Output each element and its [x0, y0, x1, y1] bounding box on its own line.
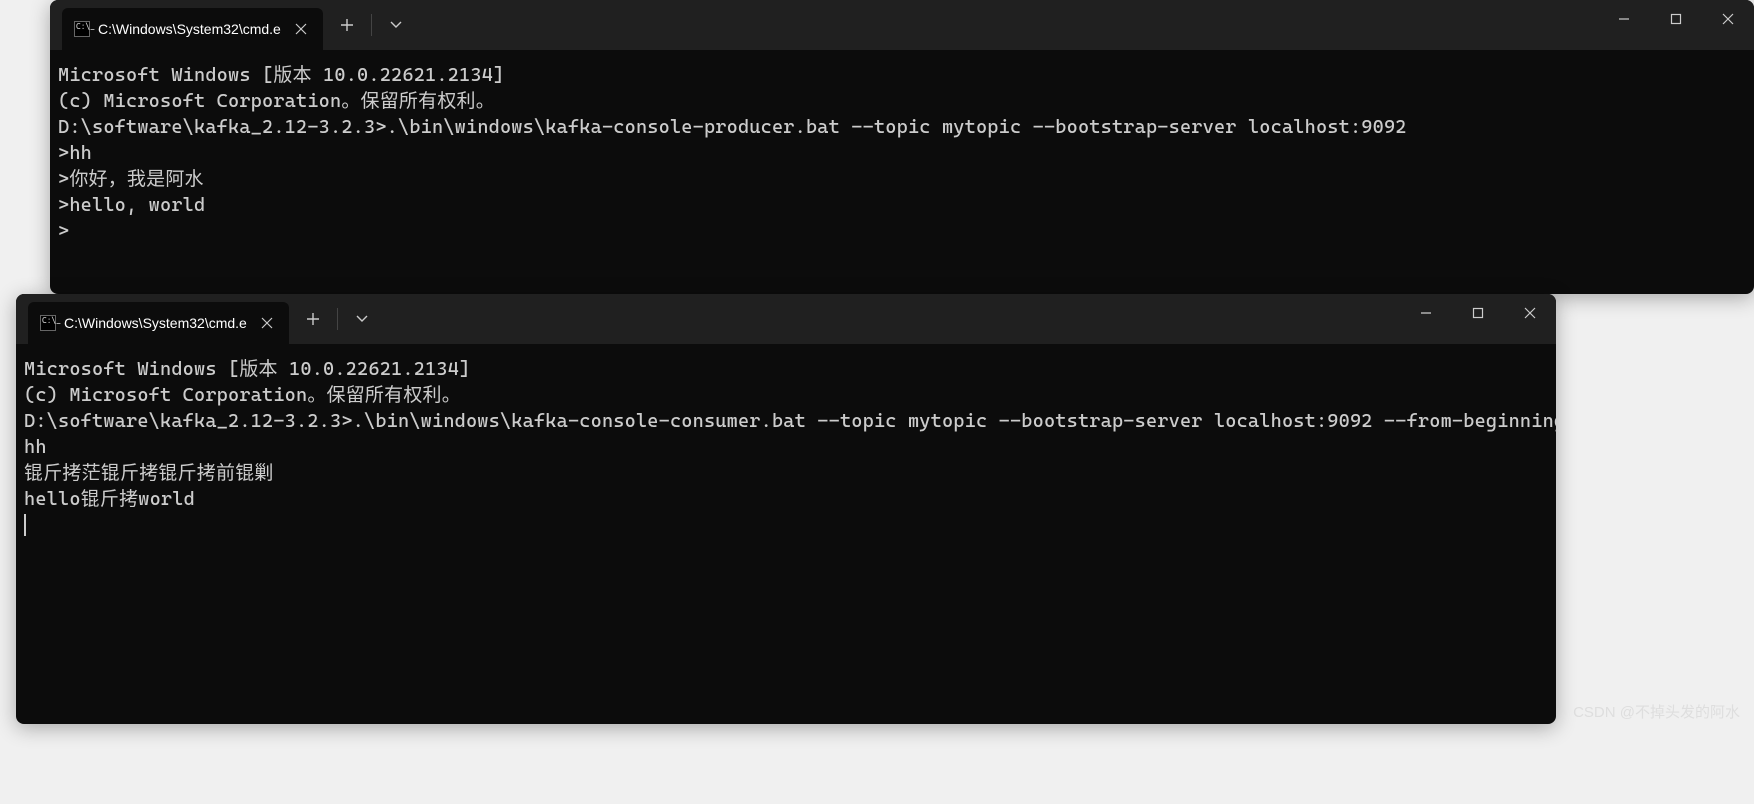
tab-dropdown-button[interactable]	[344, 301, 380, 337]
window-controls	[1400, 294, 1556, 332]
terminal-line: >	[58, 218, 1746, 244]
new-tab-button[interactable]	[329, 7, 365, 43]
close-button[interactable]	[1504, 294, 1556, 332]
tab-title: C:\Windows\System32\cmd.e	[98, 21, 281, 37]
terminal-line: hello锟斤拷world	[24, 486, 1548, 512]
terminal-line: (c) Microsoft Corporation。保留所有权利。	[24, 382, 1548, 408]
tab-active[interactable]: C:\Windows\System32\cmd.e	[28, 302, 289, 344]
title-bar: C:\Windows\System32\cmd.e	[50, 0, 1754, 50]
minimize-button[interactable]	[1400, 294, 1452, 332]
terminal-line: Microsoft Windows [版本 10.0.22621.2134]	[58, 62, 1746, 88]
tab-close-button[interactable]	[289, 19, 313, 39]
tab-actions	[329, 7, 414, 43]
cursor-icon	[24, 514, 26, 536]
watermark: CSDN @不掉头发的阿水	[1573, 701, 1740, 722]
terminal-line: hh	[24, 434, 1548, 460]
tab-dropdown-button[interactable]	[378, 7, 414, 43]
terminal-line: >你好，我是阿水	[58, 166, 1746, 192]
tab-active[interactable]: C:\Windows\System32\cmd.e	[62, 8, 323, 50]
terminal-line: >hello, world	[58, 192, 1746, 218]
terminal-line: 锟斤拷茫锟斤拷锟斤拷前锟剿	[24, 460, 1548, 486]
title-bar: C:\Windows\System32\cmd.e	[16, 294, 1556, 344]
terminal-window-consumer: C:\Windows\System32\cmd.e	[16, 294, 1556, 724]
minimize-button[interactable]	[1598, 0, 1650, 38]
terminal-line: (c) Microsoft Corporation。保留所有权利。	[58, 88, 1746, 114]
cmd-icon	[74, 21, 90, 37]
terminal-window-producer: C:\Windows\System32\cmd.e	[50, 0, 1754, 294]
window-controls	[1598, 0, 1754, 38]
tab-divider	[337, 308, 338, 330]
tab-close-button[interactable]	[255, 313, 279, 333]
terminal-body[interactable]: Microsoft Windows [版本 10.0.22621.2134](c…	[16, 344, 1556, 550]
terminal-body[interactable]: Microsoft Windows [版本 10.0.22621.2134](c…	[50, 50, 1754, 256]
terminal-line	[24, 512, 1548, 538]
new-tab-button[interactable]	[295, 301, 331, 337]
terminal-line: >hh	[58, 140, 1746, 166]
tab-title: C:\Windows\System32\cmd.e	[64, 315, 247, 331]
maximize-button[interactable]	[1650, 0, 1702, 38]
terminal-line: D:\software\kafka_2.12-3.2.3>.\bin\windo…	[58, 114, 1746, 140]
maximize-button[interactable]	[1452, 294, 1504, 332]
tab-actions	[295, 301, 380, 337]
terminal-line: D:\software\kafka_2.12-3.2.3>.\bin\windo…	[24, 408, 1548, 434]
tab-divider	[371, 14, 372, 36]
cmd-icon	[40, 315, 56, 331]
terminal-line: Microsoft Windows [版本 10.0.22621.2134]	[24, 356, 1548, 382]
close-button[interactable]	[1702, 0, 1754, 38]
